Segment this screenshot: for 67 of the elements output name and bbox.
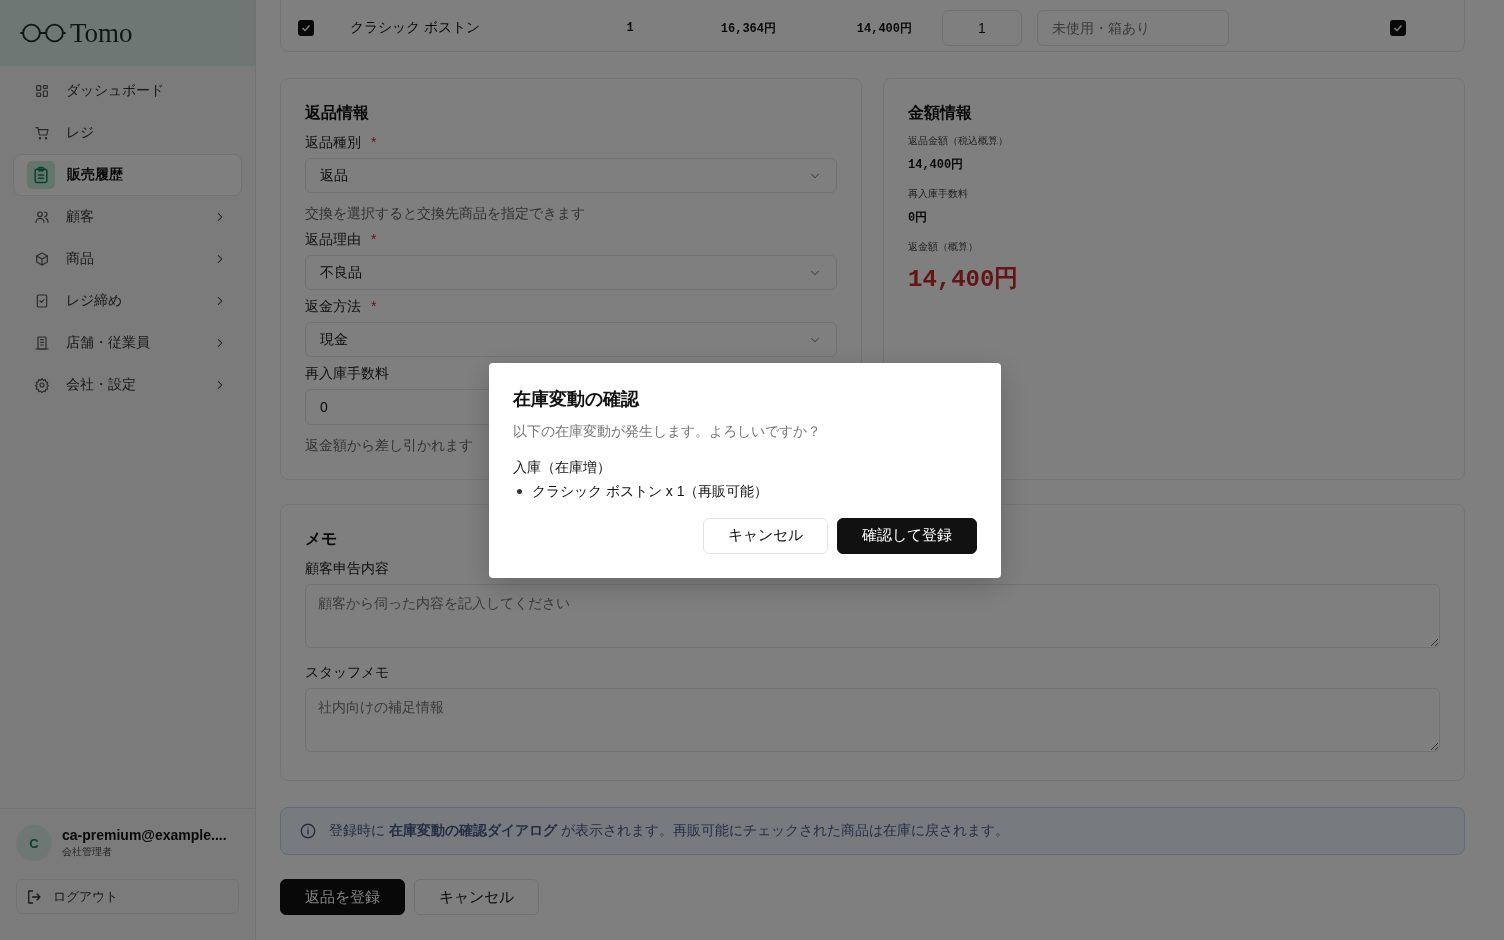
hint-text: 返金額から差し引かれます (305, 437, 474, 455)
nav-item[interactable]: 会社・設定 (13, 364, 242, 406)
product-name: クラシック ボストン (350, 19, 481, 37)
hint-text: 交換を選択すると交換先商品を指定できます (305, 205, 586, 223)
section-title: 金額情報 (908, 103, 972, 123)
required-mark: * (371, 298, 377, 316)
check-icon (300, 22, 312, 34)
confirm-button[interactable]: 確認して登録 (837, 517, 977, 554)
submit-button[interactable]: 返品を登録 (280, 879, 405, 915)
checkbox[interactable] (298, 20, 314, 36)
quantity: 1 (625, 21, 635, 35)
nav-item[interactable]: 商品 (13, 238, 242, 280)
amount-value: 14,400円 (908, 157, 965, 173)
field-label: スタッフメモ (305, 664, 389, 682)
return-price: 14,400円 (855, 20, 912, 37)
field-label: 再入庫手数料 (305, 365, 389, 383)
gear-icon (34, 377, 50, 393)
box-icon (34, 251, 50, 267)
required-mark: * (371, 231, 377, 249)
list-item: クラシック ボストン x 1（再販可能） (532, 482, 769, 501)
select-field[interactable]: 現金 (305, 322, 837, 357)
checklist-icon (34, 293, 50, 309)
user-email: ca-premium@example.... (62, 827, 227, 843)
avatar: C (16, 825, 52, 861)
logout-button[interactable]: ログアウト (16, 879, 239, 914)
user-role: 会社管理者 (62, 845, 113, 859)
nav-item[interactable]: 店舗・従業員 (13, 322, 242, 364)
field-label: 顧客申告内容 (305, 560, 389, 578)
info-icon (299, 822, 317, 840)
text-area[interactable]: 顧客から伺った内容を記入してください (305, 584, 1440, 648)
section-title: 返品情報 (305, 103, 369, 123)
building-icon (34, 335, 50, 351)
field-label: 返金方法 (305, 298, 361, 316)
field-label: 返品理由 (305, 231, 361, 249)
section-heading: 入庫（在庫増） (513, 458, 612, 477)
condition-field[interactable]: 未使用・箱あり (1037, 10, 1229, 46)
nav-item[interactable]: ダッシュボード (13, 70, 242, 112)
section-title: メモ (305, 529, 337, 549)
text-area[interactable]: 社内向けの補足情報 (305, 688, 1440, 752)
amount-label: 返金額（概算） (908, 240, 979, 254)
amount-value: 0円 (908, 210, 929, 226)
nav-item[interactable]: レジ締め (13, 280, 242, 322)
quantity-field[interactable]: 1 (942, 10, 1022, 46)
field-label: 返品種別 (305, 134, 361, 152)
nav-item[interactable]: レジ (13, 112, 242, 154)
bullet-icon (517, 489, 522, 494)
logout-icon (25, 887, 43, 906)
nav-item[interactable]: 販売履歴 (13, 154, 242, 196)
checkbox[interactable] (1390, 19, 1406, 36)
select-field[interactable]: 返品 (305, 158, 837, 193)
cancel-button[interactable]: キャンセル (703, 517, 828, 554)
dialog-message: 以下の在庫変動が発生します。よろしいですか？ (513, 422, 822, 441)
select-field[interactable]: 不良品 (305, 255, 837, 290)
notice-text: 登録時に 在庫変動の確認ダイアログ が表示されます。再販可能にチェックされた商品は在庫に戻されます。 (329, 822, 1009, 840)
users-icon (34, 209, 50, 225)
unit-price: 16,364円 (719, 20, 776, 37)
clipboard-icon (27, 161, 55, 189)
dialog-title: 在庫変動の確認 (513, 387, 641, 411)
amount-label: 再入庫手数料 (908, 187, 969, 201)
total-amount: 14,400円 (908, 265, 1020, 294)
cart-icon (34, 125, 50, 141)
nav-item[interactable]: 顧客 (13, 196, 242, 238)
required-mark: * (371, 134, 377, 152)
amount-label: 返品金額（税込概算） (908, 134, 1009, 148)
cancel-button[interactable]: キャンセル (414, 879, 539, 915)
app-logo[interactable]: Tomo (0, 0, 255, 66)
grid-icon (34, 83, 50, 99)
